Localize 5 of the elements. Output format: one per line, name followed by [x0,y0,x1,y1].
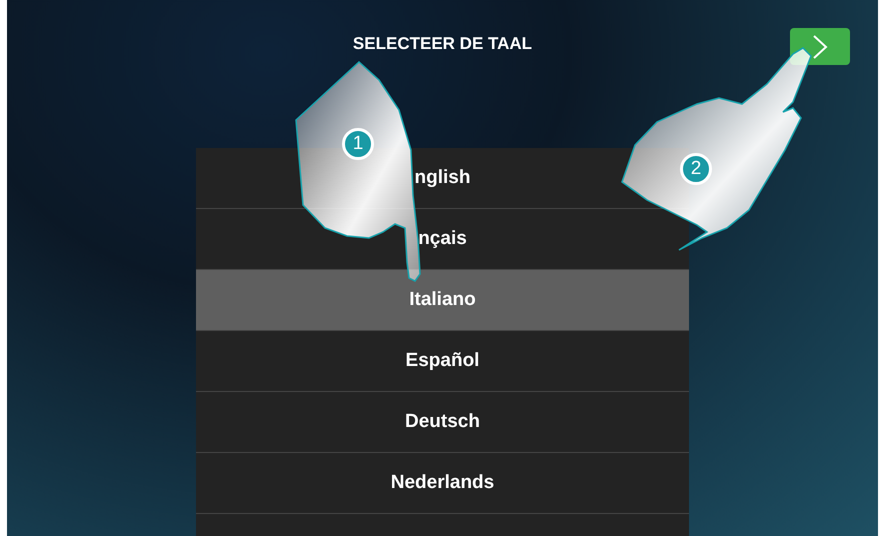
screen-title: SELECTEER DE TAAL [352,34,532,54]
language-option[interactable]: Nederlands [196,453,689,513]
language-option[interactable]: Italiano [196,270,689,330]
language-option[interactable]: Español [196,331,689,391]
language-option[interactable]: Deutsch [196,392,689,452]
